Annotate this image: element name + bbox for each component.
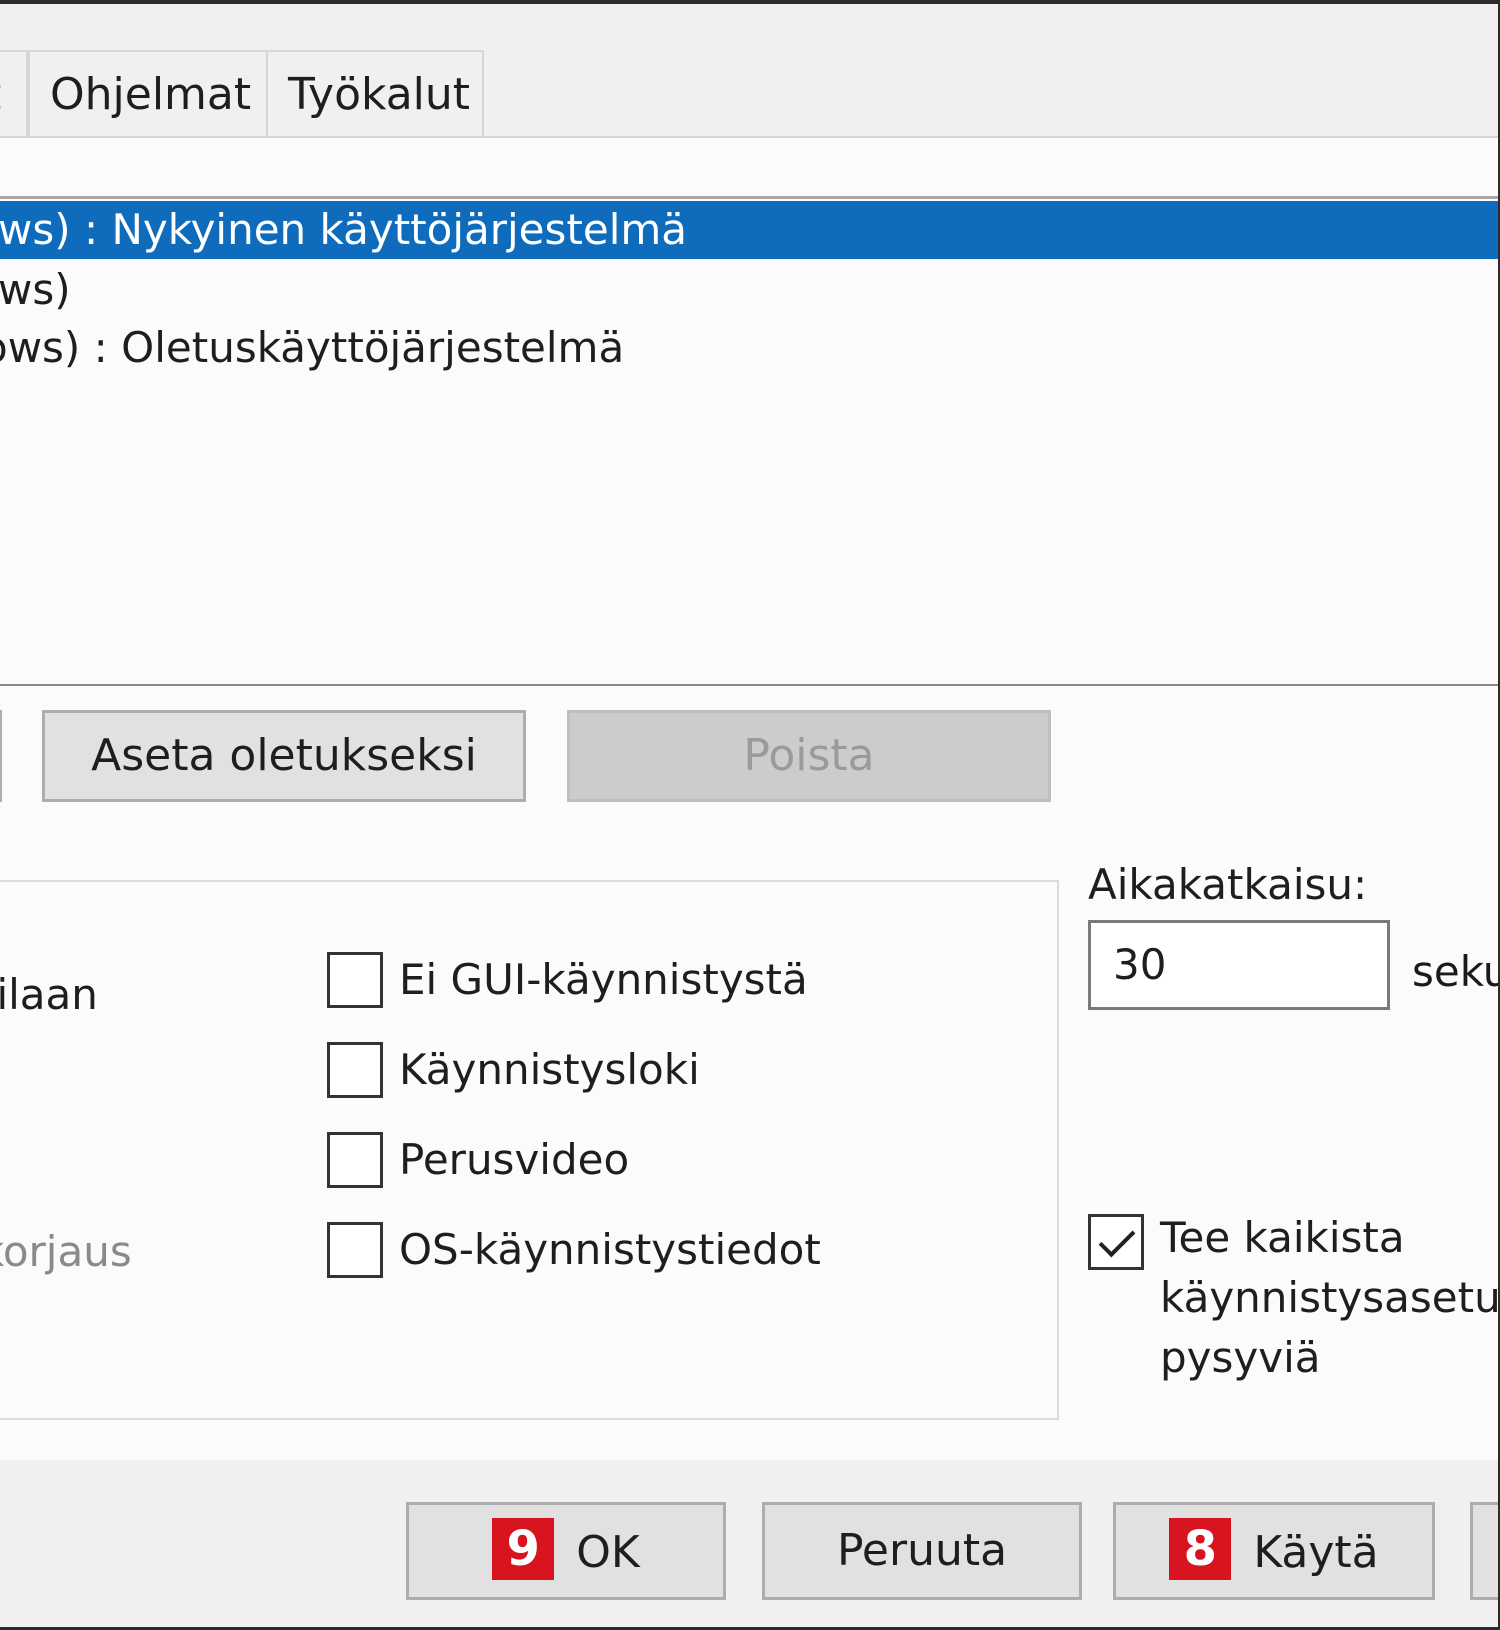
system-configuration-window: t Ohjelmat Työkalut ws) : Nykyinen käytt… [0,0,1500,1630]
step-badge-8: 8 [1169,1518,1232,1580]
timeout-input[interactable]: 30 [1088,920,1390,1010]
safe-mode-label-partial: tilaan [0,970,98,1019]
os-boot-info-label: OS-käynnistystiedot [399,1225,821,1274]
help-button-partial[interactable] [1470,1502,1500,1600]
window-top-border [0,0,1500,4]
persist-settings-checkbox[interactable] [1088,1214,1144,1270]
dialog-footer: 9 OK Peruuta 8 Käytä [0,1462,1500,1627]
no-gui-boot-label: Ei GUI-käynnistystä [399,955,808,1004]
persist-settings-line3: pysyviä [1160,1333,1321,1382]
apply-button-label: Käytä [1253,1527,1379,1578]
persist-settings-label: Tee kaikista käynnistysasetu pysyviä [1160,1208,1500,1388]
timeout-unit-label: seku [1412,947,1500,996]
no-gui-boot-checkbox[interactable] [327,952,383,1008]
timeout-label: Aikakatkaisu: [1088,860,1368,909]
set-default-button[interactable]: Aseta oletukseksi [42,710,526,802]
delete-button: Poista [567,710,1051,802]
apply-button[interactable]: 8 Käytä [1113,1502,1435,1600]
step-badge-9: 9 [492,1518,555,1580]
persist-settings-line2: käynnistysasetu [1160,1273,1500,1322]
repair-label-partial: korjaus [0,1227,132,1276]
cancel-button[interactable]: Peruuta [762,1502,1082,1600]
os-list-item-current[interactable]: ws) : Nykyinen käyttöjärjestelmä [0,201,1498,259]
partial-button[interactable] [0,710,2,802]
os-listbox[interactable]: ws) : Nykyinen käyttöjärjestelmä ws) ows… [0,196,1498,686]
ok-button-label: OK [576,1527,640,1578]
boot-options-group: tilaan korjaus Ei GUI-käynnistystä Käynn… [0,880,1059,1420]
boot-log-label: Käynnistysloki [399,1045,700,1094]
os-list-item-label: ws) [0,265,71,314]
boot-log-checkbox[interactable] [327,1042,383,1098]
tab-partial-label: t [0,52,26,136]
os-list-item[interactable]: ws) [0,261,1498,319]
tab-tools-label: Työkalut [288,69,471,120]
os-boot-info-checkbox[interactable] [327,1222,383,1278]
persist-settings-line1: Tee kaikista [1160,1213,1405,1262]
os-list-item-default[interactable]: ows) : Oletuskäyttöjärjestelmä [0,319,1498,377]
tab-partial[interactable]: t [0,50,28,136]
os-list-item-label: ws) : Nykyinen käyttöjärjestelmä [0,205,688,254]
base-video-checkbox[interactable] [327,1132,383,1188]
ok-button[interactable]: 9 OK [406,1502,726,1600]
tab-programs-label: Ohjelmat [50,69,252,120]
os-list-item-label: ows) : Oletuskäyttöjärjestelmä [0,323,625,372]
tab-tools[interactable]: Työkalut [266,50,484,136]
tab-programs[interactable]: Ohjelmat [28,50,268,136]
base-video-label: Perusvideo [399,1135,630,1184]
